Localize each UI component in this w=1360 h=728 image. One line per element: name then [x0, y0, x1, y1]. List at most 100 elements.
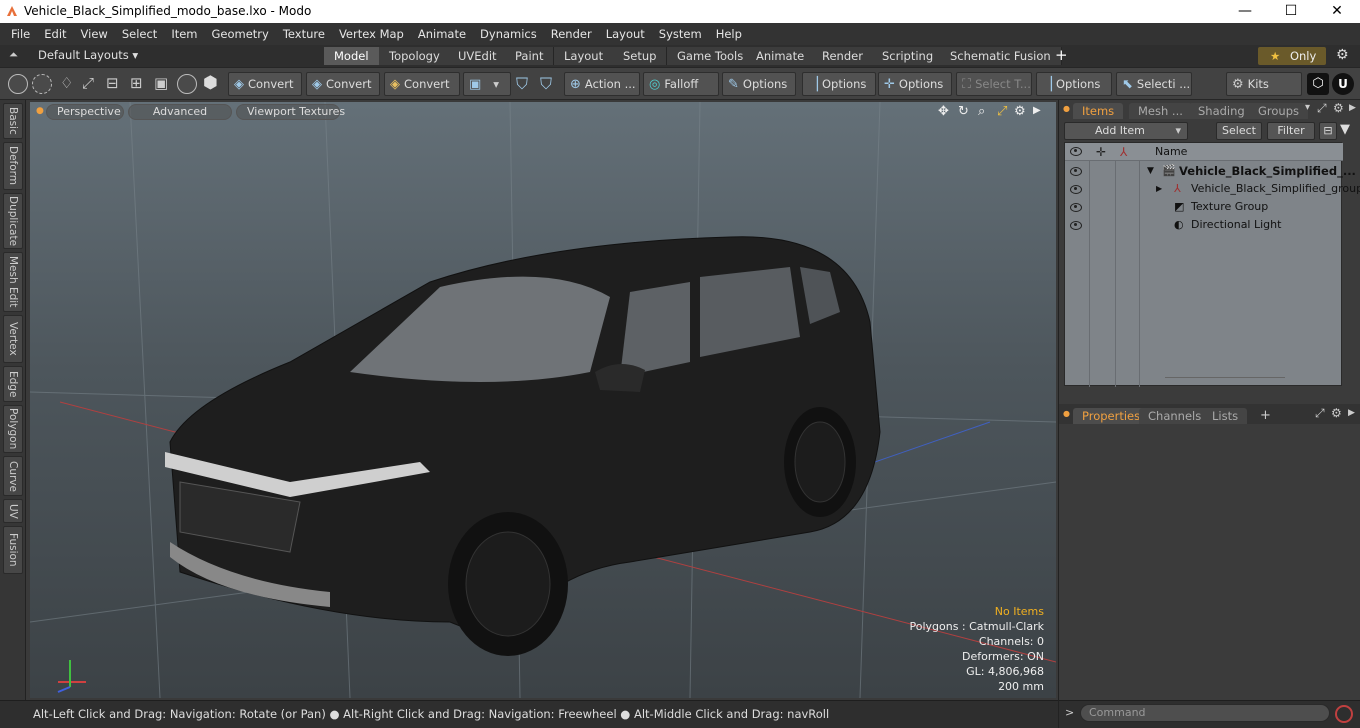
tab-fusion[interactable]: Fusion: [3, 526, 23, 574]
panel-gear-icon[interactable]: ⚙: [1331, 406, 1342, 420]
viewport-gear-icon[interactable]: ⚙: [1014, 104, 1026, 119]
close-button[interactable]: ✕: [1314, 0, 1360, 23]
list-item[interactable]: ◩ Texture Group: [1065, 198, 1343, 216]
maximize-viewport-icon[interactable]: ⤢: [997, 104, 1007, 119]
tab-animate[interactable]: Animate: [746, 47, 816, 65]
panel-arrow-icon[interactable]: ▶: [1348, 408, 1355, 418]
visibility-toggle-icon[interactable]: [1070, 221, 1082, 230]
unity-icon[interactable]: ⬡: [1307, 73, 1329, 95]
menu-render[interactable]: Render: [544, 27, 599, 41]
menu-view[interactable]: View: [74, 27, 115, 41]
vertex-mode-icon[interactable]: [8, 74, 28, 94]
zoom-icon[interactable]: ⌕: [978, 104, 985, 119]
polygons-icon[interactable]: ⊞: [130, 74, 143, 92]
expand-arrow-icon[interactable]: ▶: [1156, 180, 1162, 198]
select-through-button[interactable]: ⛶ Select T...: [956, 72, 1032, 96]
maximize-button[interactable]: ☐: [1268, 0, 1314, 23]
tab-model[interactable]: Model: [324, 47, 380, 65]
panel-gear-icon[interactable]: ⚙: [1333, 101, 1344, 115]
tab-groups[interactable]: Groups: [1249, 103, 1309, 119]
filter-button[interactable]: Filter: [1267, 122, 1315, 140]
visibility-toggle-icon[interactable]: [1070, 203, 1082, 212]
falloff-button[interactable]: ◎ Falloff: [643, 72, 719, 96]
collapse-icon[interactable]: ⊟: [1319, 122, 1337, 140]
tab-vertex[interactable]: Vertex: [3, 315, 23, 363]
add-tab-button[interactable]: +: [1055, 46, 1068, 64]
panel-menu-dot-icon[interactable]: ●: [1063, 409, 1070, 418]
pivot-icon[interactable]: [177, 74, 197, 94]
list-item[interactable]: ◐ Directional Light: [1065, 216, 1343, 234]
menu-texture[interactable]: Texture: [276, 27, 332, 41]
visibility-toggle-icon[interactable]: [1070, 185, 1082, 194]
only-toggle[interactable]: ★ Only: [1258, 47, 1326, 65]
perspective-dropdown[interactable]: Perspective: [46, 104, 124, 120]
advanced-dropdown[interactable]: Advanced: [128, 104, 232, 120]
snap-dropdown[interactable]: ▣ ▾: [463, 72, 511, 96]
tab-setup[interactable]: Setup: [613, 47, 668, 65]
menu-animate[interactable]: Animate: [411, 27, 473, 41]
tab-game-tools[interactable]: Game Tools: [667, 47, 755, 65]
tab-properties[interactable]: Properties: [1073, 408, 1150, 424]
3d-viewport[interactable]: ● Perspective Advanced Viewport Textures…: [30, 102, 1056, 698]
tab-basic[interactable]: Basic: [3, 103, 23, 139]
viewport-textures-dropdown[interactable]: Viewport Textures: [236, 104, 345, 120]
rotate-icon[interactable]: ↻: [958, 104, 969, 119]
panel-expand-icon[interactable]: ⤢: [1317, 101, 1327, 116]
menu-dynamics[interactable]: Dynamics: [473, 27, 544, 41]
workplane-icon[interactable]: ⛉: [540, 74, 552, 94]
menu-help[interactable]: Help: [709, 27, 749, 41]
select-button[interactable]: Select: [1216, 122, 1262, 140]
tab-curve[interactable]: Curve: [3, 456, 23, 496]
tab-render[interactable]: Render: [812, 47, 874, 65]
selection-button[interactable]: ⬉ Selecti ...: [1116, 72, 1192, 96]
funnel-icon[interactable]: ▼: [1340, 122, 1350, 137]
record-icon[interactable]: [1335, 705, 1353, 723]
symmetry-icon[interactable]: ⛉: [516, 74, 528, 94]
tab-channels[interactable]: Channels: [1139, 408, 1211, 424]
material-icon[interactable]: ⬢: [203, 73, 218, 93]
menu-select[interactable]: Select: [115, 27, 164, 41]
add-item-dropdown[interactable]: Add Item ▾: [1064, 122, 1188, 140]
add-tab-button[interactable]: +: [1260, 408, 1271, 423]
viewport-expand-icon[interactable]: ▶: [1033, 105, 1041, 116]
items-list[interactable]: ✛ ⅄ Name ▼ 🎬 Vehicle_Black_Simplified_..…: [1064, 142, 1360, 387]
items-icon[interactable]: ▣: [154, 74, 168, 92]
expand-arrow-icon[interactable]: ▼: [1147, 162, 1154, 180]
panel-arrow-icon[interactable]: ▶: [1349, 103, 1356, 113]
tab-layout[interactable]: Layout: [554, 47, 615, 65]
tab-deform[interactable]: Deform: [3, 142, 23, 190]
panel-dropdown-icon[interactable]: ▾: [1305, 102, 1310, 113]
convert-button-2[interactable]: ◈ Convert: [306, 72, 380, 96]
menu-vertex-map[interactable]: Vertex Map: [332, 27, 411, 41]
pan-icon[interactable]: ✥: [938, 104, 949, 119]
convert-button-1[interactable]: ◈ Convert: [228, 72, 302, 96]
menu-edit[interactable]: Edit: [37, 27, 73, 41]
tab-topology[interactable]: Topology: [379, 47, 451, 65]
tab-scripting[interactable]: Scripting: [872, 47, 945, 65]
kits-button[interactable]: ⚙ Kits: [1226, 72, 1302, 96]
tab-schematic-fusion[interactable]: Schematic Fusion: [940, 47, 1062, 65]
menu-item[interactable]: Item: [164, 27, 204, 41]
tab-lists[interactable]: Lists: [1203, 408, 1248, 424]
pen-icon[interactable]: ♢: [60, 74, 73, 92]
menu-geometry[interactable]: Geometry: [205, 27, 276, 41]
list-item[interactable]: ▼ 🎬 Vehicle_Black_Simplified_...: [1065, 162, 1356, 180]
bezier-icon[interactable]: ⤢: [82, 74, 94, 92]
options-button-3[interactable]: ✛ Options: [878, 72, 952, 96]
options-button-2[interactable]: ▕ Options: [802, 72, 876, 96]
edges-icon[interactable]: ⊟: [106, 74, 119, 92]
sphere-mode-icon[interactable]: [32, 74, 52, 94]
tab-items[interactable]: Items: [1073, 103, 1124, 119]
menu-system[interactable]: System: [652, 27, 709, 41]
menu-layout[interactable]: Layout: [599, 27, 652, 41]
tab-polygon[interactable]: Polygon: [3, 405, 23, 453]
action-center-button[interactable]: ⊕ Action ...: [564, 72, 640, 96]
options-button-1[interactable]: ✎ Options: [722, 72, 796, 96]
tab-uvedit[interactable]: UVEdit: [448, 47, 508, 65]
visibility-toggle-icon[interactable]: [1070, 167, 1082, 176]
viewport-menu-dot-icon[interactable]: ●: [36, 106, 44, 116]
horizontal-scrollbar[interactable]: [1165, 377, 1285, 378]
panel-expand-icon[interactable]: ⤢: [1315, 406, 1325, 421]
minimize-button[interactable]: —: [1222, 0, 1268, 23]
tab-paint[interactable]: Paint: [505, 47, 555, 65]
